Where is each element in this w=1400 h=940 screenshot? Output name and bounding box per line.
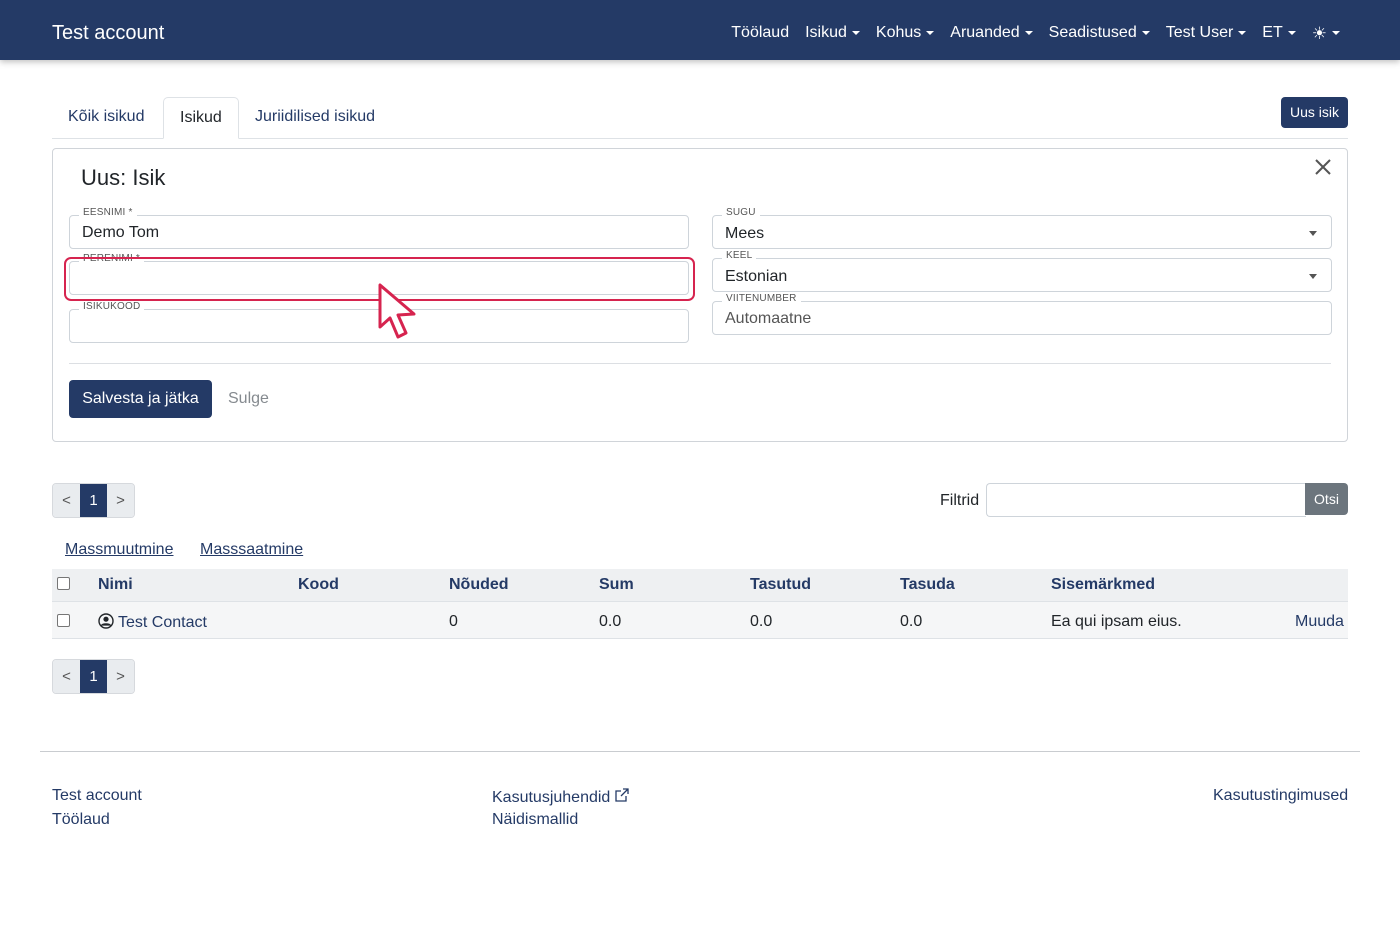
id-code-label: ISIKUKOOD [79, 301, 145, 313]
pagination-top: < 1 > [52, 483, 135, 518]
page-1-button[interactable]: 1 [80, 660, 107, 693]
footer-divider [40, 751, 1360, 752]
nav-item-label: Töölaud [731, 24, 790, 41]
person-tabs: Kõik isikud Isikud Juriidilised isikud [52, 97, 1348, 139]
select-all-checkbox[interactable] [57, 577, 70, 590]
bulk-edit-link[interactable]: Massmuutmine [65, 541, 173, 559]
gender-select[interactable]: SUGU Mees [712, 207, 1332, 249]
caret-down-icon [1332, 31, 1340, 35]
top-navbar: Test account Töölaud Isikud Kohus Aruand… [0, 0, 1400, 60]
column-header-notes[interactable]: Sisemärkmed [1051, 576, 1155, 594]
new-person-form: Uus: Isik EESNIMI * Demo Tom PERENIMI * … [52, 148, 1348, 442]
row-claims-cell: 0 [449, 613, 458, 630]
nav-item-toolaud[interactable]: Töölaud [731, 24, 789, 42]
close-icon[interactable] [1311, 155, 1335, 179]
contact-link[interactable]: Test Contact [118, 614, 207, 631]
tab-all-persons[interactable]: Kõik isikud [52, 97, 160, 139]
nav-item-label: Seadistused [1048, 24, 1137, 41]
nav-item-language[interactable]: ET [1262, 24, 1296, 42]
search-button[interactable]: Otsi [1305, 483, 1348, 515]
mouse-cursor-icon [378, 283, 416, 339]
table-header: Nimi Kood Nõuded Sum Tasutud Tasuda Sise… [52, 569, 1348, 602]
row-paid-cell: 0.0 [750, 613, 773, 630]
row-checkbox[interactable] [57, 614, 70, 627]
language-select[interactable]: KEEL Estonian [712, 250, 1332, 292]
footer-account-link[interactable]: Test account [52, 787, 142, 805]
column-header-claims[interactable]: Nõuded [449, 576, 509, 594]
next-page-button[interactable]: > [107, 484, 134, 517]
nav-item-kohus[interactable]: Kohus [875, 24, 935, 42]
column-header-sum[interactable]: Sum [599, 576, 634, 594]
prev-page-button[interactable]: < [53, 484, 80, 517]
row-notes-cell: Ea qui ipsam eius. [1051, 613, 1182, 630]
nav-item-isikud[interactable]: Isikud [805, 24, 860, 42]
gender-value: Mees [725, 225, 765, 242]
sun-icon: ☀ [1311, 23, 1327, 43]
form-title: Uus: Isik [81, 165, 166, 190]
new-person-button[interactable]: Uus isik [1281, 97, 1348, 128]
caret-down-icon [1287, 31, 1296, 35]
language-label: KEEL [722, 250, 757, 262]
reference-number-value: Automaatne [725, 310, 812, 327]
next-page-button[interactable]: > [107, 660, 134, 693]
tab-persons[interactable]: Isikud [163, 97, 239, 139]
column-header-due[interactable]: Tasuda [900, 576, 955, 594]
nav-item-label: Test User [1165, 24, 1234, 41]
footer-terms-link[interactable]: Kasutustingimused [1213, 787, 1348, 805]
nav-item-label: Isikud [805, 24, 847, 41]
save-continue-button[interactable]: Salvesta ja jätka [69, 380, 212, 418]
footer-manuals-link[interactable]: Kasutusjuhendid [492, 787, 630, 807]
nav-item-aruanded[interactable]: Aruanded [950, 24, 1033, 42]
first-name-value: Demo Tom [82, 224, 160, 241]
nav-item-label: Kohus [875, 24, 922, 41]
row-name-cell: Test Contact [98, 613, 207, 632]
chevron-down-icon [1309, 231, 1317, 236]
nav-item-seadistused[interactable]: Seadistused [1049, 24, 1150, 42]
edit-row-link[interactable]: Muuda [1295, 613, 1344, 631]
row-sum-cell: 0.0 [599, 613, 622, 630]
person-circle-icon [98, 613, 114, 629]
caret-down-icon [1238, 31, 1247, 35]
external-link-icon [615, 788, 629, 802]
language-value: Estonian [725, 268, 788, 285]
pagination-bottom: < 1 > [52, 659, 135, 694]
filter-input[interactable] [986, 483, 1306, 517]
page-1-button[interactable]: 1 [80, 484, 107, 517]
brand-title[interactable]: Test account [52, 22, 164, 45]
first-name-field[interactable]: EESNIMI * Demo Tom [69, 207, 689, 249]
filter-label: Filtrid [940, 492, 980, 509]
caret-down-icon [1024, 31, 1033, 35]
row-due-cell: 0.0 [900, 613, 923, 630]
bulk-send-link[interactable]: Masssaatmine [200, 541, 303, 559]
tab-legal-persons[interactable]: Juriidilised isikud [239, 97, 391, 139]
column-header-paid[interactable]: Tasutud [750, 576, 811, 594]
chevron-down-icon [1309, 274, 1317, 279]
form-divider [69, 363, 1331, 364]
table-row: Test Contact 0 0.0 0.0 0.0 Ea qui ipsam … [52, 602, 1348, 639]
caret-down-icon [1141, 31, 1150, 35]
close-form-button[interactable]: Sulge [228, 390, 269, 408]
footer-manuals-label: Kasutusjuhendid [492, 789, 611, 806]
reference-number-field[interactable]: VIITENUMBER Automaatne [712, 293, 1332, 335]
nav-item-label: Aruanded [950, 24, 1020, 41]
nav-item-user-menu[interactable]: Test User [1166, 24, 1247, 42]
caret-down-icon [926, 31, 935, 35]
caret-down-icon [851, 31, 860, 35]
column-header-name[interactable]: Nimi [98, 576, 133, 594]
theme-toggle[interactable]: ☀ [1312, 25, 1340, 42]
prev-page-button[interactable]: < [53, 660, 80, 693]
gender-label: SUGU [722, 207, 760, 219]
nav-item-label: ET [1262, 24, 1283, 41]
first-name-label: EESNIMI * [79, 207, 137, 219]
column-header-code[interactable]: Kood [298, 576, 339, 594]
reference-number-label: VIITENUMBER [722, 293, 801, 305]
footer-dashboard-link[interactable]: Töölaud [52, 811, 110, 829]
footer-templates-link[interactable]: Näidismallid [492, 811, 578, 829]
nav-menu: Töölaud Isikud Kohus Aruanded Seadistuse… [715, 24, 1340, 42]
